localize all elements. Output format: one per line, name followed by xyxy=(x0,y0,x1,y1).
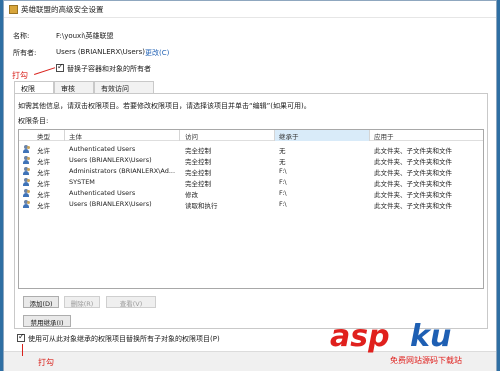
site-watermark: asp ku 免费网站源码下载站 xyxy=(330,319,490,369)
checkmark-icon: ✓ xyxy=(57,62,64,71)
cell-access: 修改 xyxy=(185,191,198,199)
cell-inherited: F:\ xyxy=(279,178,287,186)
replace-owner-checkbox[interactable]: ✓ xyxy=(56,62,64,72)
cell-applies-to: 此文件夹、子文件夹和文件 xyxy=(374,180,452,188)
watermark-subtitle: 免费网站源码下载站 xyxy=(390,356,462,365)
annotation-arrow-bottom xyxy=(22,344,23,356)
name-label: 名称: xyxy=(13,32,30,40)
cell-type: 允许 xyxy=(37,158,50,166)
column-inherited[interactable]: 继承于 xyxy=(275,130,369,141)
annotation-arrow-top xyxy=(34,67,56,75)
cell-access: 完全控制 xyxy=(185,169,211,177)
cell-type: 允许 xyxy=(37,169,50,177)
remove-button[interactable]: 删除(R) xyxy=(64,296,100,308)
cell-type: 允许 xyxy=(37,191,50,199)
permission-entries-label: 权限条目: xyxy=(18,117,49,125)
users-icon xyxy=(23,178,31,186)
cell-principal: SYSTEM xyxy=(69,178,95,186)
replace-child-permissions-checkbox[interactable]: ✓ xyxy=(17,332,25,342)
table-row[interactable]: 允许 Users (BRIANLERX\Users) 完全控制 无 此文件夹、子… xyxy=(19,155,483,166)
users-icon xyxy=(23,200,31,208)
cell-inherited: F:\ xyxy=(279,167,287,175)
column-applies-to[interactable]: 应用于 xyxy=(374,131,394,141)
users-icon xyxy=(23,189,31,197)
change-owner-link[interactable]: 更改(C) xyxy=(145,48,169,58)
cell-access: 读取和执行 xyxy=(185,202,218,210)
cell-access: 完全控制 xyxy=(185,180,211,188)
add-button[interactable]: 添加(D) xyxy=(23,296,59,308)
cell-principal: Authenticated Users xyxy=(69,145,136,153)
list-header: 类型 主体 访问 继承于 应用于 xyxy=(19,130,483,141)
cell-access: 完全控制 xyxy=(185,158,211,166)
column-separator xyxy=(64,130,65,141)
column-type[interactable]: 类型 xyxy=(37,131,50,141)
cell-inherited: 无 xyxy=(279,147,286,155)
owner-value: Users (BRIANLERX\Users) xyxy=(56,48,145,56)
users-icon xyxy=(23,156,31,164)
annotation-top: 打勾 xyxy=(12,71,28,80)
column-access[interactable]: 访问 xyxy=(185,131,198,141)
cell-applies-to: 此文件夹、子文件夹和文件 xyxy=(374,191,452,199)
annotation-bottom: 打勾 xyxy=(38,358,54,367)
cell-applies-to: 此文件夹、子文件夹和文件 xyxy=(374,147,452,155)
cell-applies-to: 此文件夹、子文件夹和文件 xyxy=(374,158,452,166)
cell-inherited: F:\ xyxy=(279,200,287,208)
checkmark-icon: ✓ xyxy=(18,332,25,341)
cell-inherited: F:\ xyxy=(279,189,287,197)
title-bar[interactable]: 英雄联盟的高级安全设置 xyxy=(4,1,496,18)
cell-principal: Users (BRIANLERX\Users) xyxy=(69,156,152,164)
window-title: 英雄联盟的高级安全设置 xyxy=(21,5,104,14)
table-row[interactable]: 允许 Authenticated Users 完全控制 无 此文件夹、子文件夹和… xyxy=(19,144,483,155)
cell-principal: Users (BRIANLERX\Users) xyxy=(69,200,152,208)
table-row[interactable]: 允许 SYSTEM 完全控制 F:\ 此文件夹、子文件夹和文件 xyxy=(19,177,483,188)
watermark-brand-red: asp xyxy=(330,319,390,354)
view-button[interactable]: 查看(V) xyxy=(106,296,156,308)
cell-principal: Authenticated Users xyxy=(69,189,136,197)
cell-type: 允许 xyxy=(37,202,50,210)
replace-child-permissions-label: 使用可从此对象继承的权限项目替换所有子对象的权限项目(P) xyxy=(28,335,220,343)
owner-label: 所有者: xyxy=(13,49,37,57)
cell-access: 完全控制 xyxy=(185,147,211,155)
users-icon xyxy=(23,167,31,175)
disable-inheritance-button[interactable]: 禁用继承(I) xyxy=(23,315,71,327)
table-row[interactable]: 允许 Authenticated Users 修改 F:\ 此文件夹、子文件夹和… xyxy=(19,188,483,199)
name-value: F:\youxi\英雄联盟 xyxy=(56,32,114,40)
column-separator xyxy=(369,130,370,141)
permissions-info-text: 如需其他信息，请双击权限项目。若要修改权限项目，请选择该项目并单击“编辑”(如果… xyxy=(18,102,311,110)
permission-entries-list[interactable]: 类型 主体 访问 继承于 应用于 允许 Authenticated Users … xyxy=(18,129,484,289)
security-settings-window: 英雄联盟的高级安全设置 名称: F:\youxi\英雄联盟 所有者: Users… xyxy=(3,0,497,371)
column-separator xyxy=(179,130,180,141)
cell-applies-to: 此文件夹、子文件夹和文件 xyxy=(374,169,452,177)
cell-inherited: 无 xyxy=(279,158,286,166)
column-principal[interactable]: 主体 xyxy=(69,131,82,141)
folder-icon xyxy=(9,5,18,14)
cell-type: 允许 xyxy=(37,147,50,155)
cell-type: 允许 xyxy=(37,180,50,188)
replace-owner-label: 替换子容器和对象的所有者 xyxy=(67,65,151,73)
table-row[interactable]: 允许 Users (BRIANLERX\Users) 读取和执行 F:\ 此文件… xyxy=(19,199,483,210)
cell-principal: Administrators (BRIANLERX\Ad... xyxy=(69,167,176,175)
table-row[interactable]: 允许 Administrators (BRIANLERX\Ad... 完全控制 … xyxy=(19,166,483,177)
cell-applies-to: 此文件夹、子文件夹和文件 xyxy=(374,202,452,210)
watermark-brand-blue: ku xyxy=(410,319,452,354)
users-icon xyxy=(23,145,31,153)
